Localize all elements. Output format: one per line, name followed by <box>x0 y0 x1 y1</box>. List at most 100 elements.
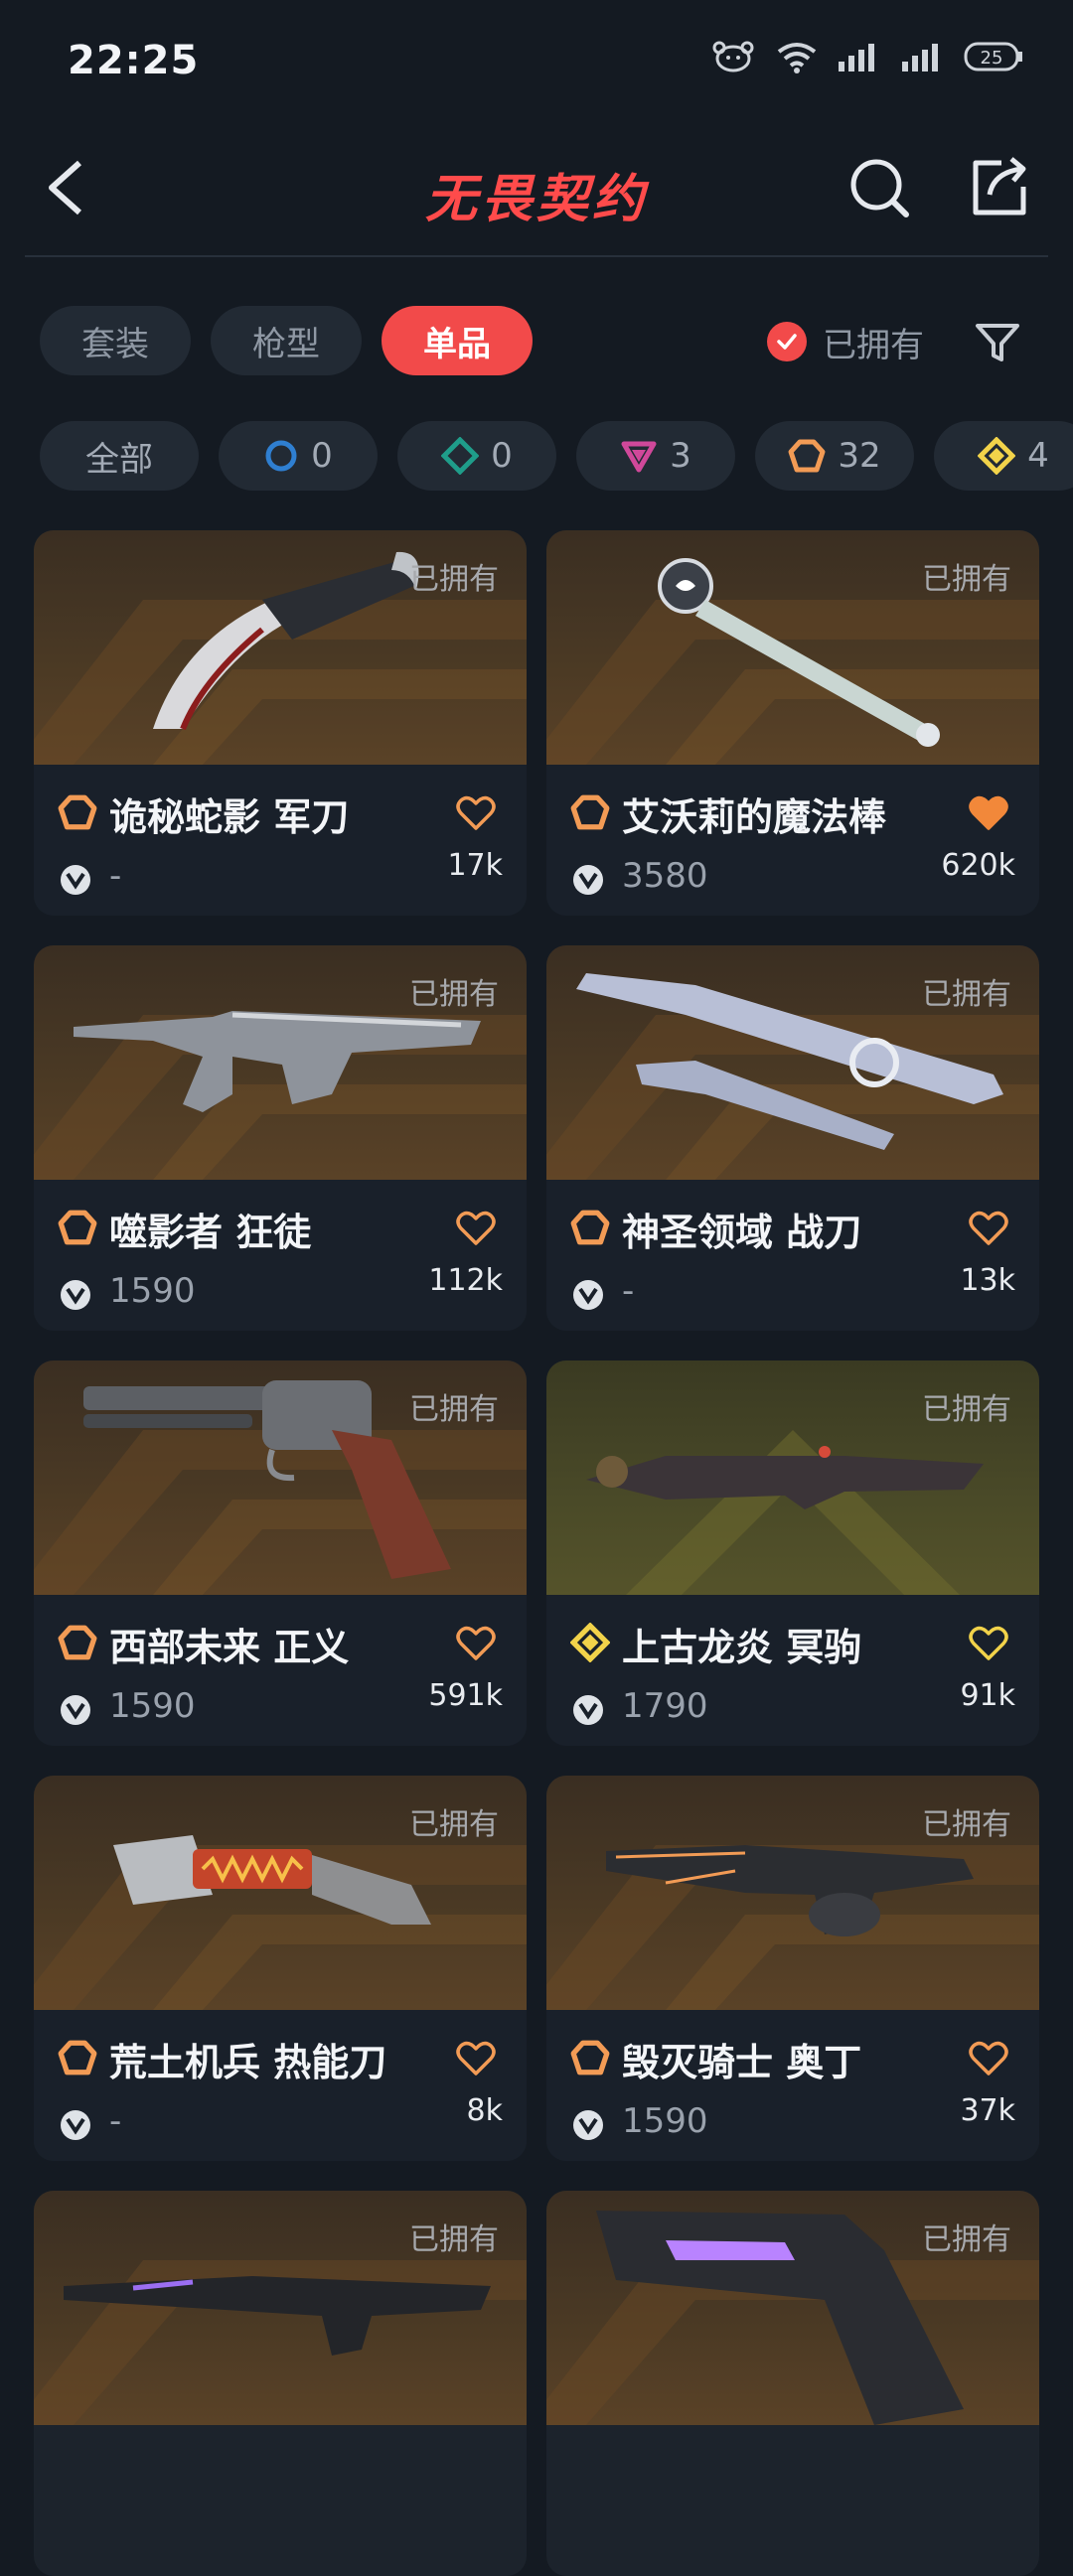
like-count: 37k <box>960 2093 1015 2128</box>
item-card[interactable]: 已拥有 上古龙炎 冥驹 1790 91k <box>546 1360 1039 1746</box>
vp-currency-icon <box>61 1695 90 1725</box>
rarity-chip-label: 全部 <box>85 439 153 480</box>
exclusive-tier-icon <box>58 2040 97 2075</box>
item-card[interactable]: 已拥有 <box>546 2191 1039 2576</box>
item-name: 艾沃莉的魔法棒 <box>622 795 887 839</box>
item-price: 3580 <box>622 856 708 896</box>
like-count: 17k <box>447 848 503 883</box>
item-card[interactable]: 已拥有 噬影者 狂徒 1590 112k <box>34 945 527 1331</box>
heart-outline-icon[interactable] <box>455 794 497 832</box>
item-name: 荒土机兵 热能刀 <box>109 2041 387 2084</box>
tab-bundles[interactable]: 套装 <box>40 306 191 375</box>
owned-filter-toggle[interactable]: 已拥有 <box>767 316 924 367</box>
heart-outline-icon[interactable] <box>968 1210 1009 1247</box>
filter-button[interactable] <box>972 316 1023 367</box>
vp-currency-icon <box>61 865 90 895</box>
app-bar: 无畏契约 <box>0 129 1073 256</box>
heart-outline-icon[interactable] <box>968 1625 1009 1662</box>
rarity-chip-ultra[interactable]: 4 <box>934 421 1073 491</box>
category-tabs: 套装 枪型 单品 <box>40 306 533 375</box>
item-info: 上古龙炎 冥驹 1790 91k <box>546 1595 1039 1746</box>
exclusive-tier-icon <box>570 2040 610 2075</box>
share-icon <box>973 157 1026 215</box>
item-name: 诡秘蛇影 军刀 <box>109 795 350 839</box>
item-image: 已拥有 <box>546 1776 1039 2010</box>
item-info: 神圣领域 战刀 - 13k <box>546 1180 1039 1331</box>
item-image: 已拥有 <box>34 530 527 765</box>
item-name: 神圣领域 战刀 <box>622 1211 862 1254</box>
item-name: 上古龙炎 冥驹 <box>622 1626 862 1669</box>
rarity-chip-exclusive[interactable]: 32 <box>755 421 914 491</box>
item-card[interactable]: 已拥有 诡秘蛇影 军刀 - 17k <box>34 530 527 916</box>
tab-weapon-types[interactable]: 枪型 <box>211 306 362 375</box>
item-image: 已拥有 <box>546 945 1039 1180</box>
owned-badge: 已拥有 <box>409 1392 499 1427</box>
tab-single-items[interactable]: 单品 <box>382 306 533 375</box>
wifi-icon <box>775 40 819 73</box>
exclusive-tier-icon <box>788 439 826 473</box>
item-info: 诡秘蛇影 军刀 - 17k <box>34 765 527 916</box>
item-price: 1590 <box>109 1686 196 1726</box>
item-info: 噬影者 狂徒 1590 112k <box>34 1180 527 1331</box>
select-tier-icon <box>265 440 297 472</box>
owned-badge: 已拥有 <box>409 2222 499 2257</box>
like-count: 591k <box>428 1678 503 1713</box>
rarity-chip-count: 3 <box>670 436 691 476</box>
exclusive-tier-icon <box>570 1210 610 1245</box>
heart-outline-icon[interactable] <box>455 1625 497 1662</box>
owned-badge: 已拥有 <box>922 977 1011 1012</box>
owned-badge: 已拥有 <box>922 1807 1011 1842</box>
exclusive-tier-icon <box>570 794 610 830</box>
ultra-tier-icon <box>978 437 1016 475</box>
rarity-chip-premium[interactable]: 3 <box>576 421 735 491</box>
item-info: 西部未来 正义 1590 591k <box>34 1595 527 1746</box>
rarity-chip-deluxe[interactable]: 0 <box>397 421 556 491</box>
like-count: 620k <box>941 848 1015 883</box>
item-card[interactable]: 已拥有 毁灭骑士 奥丁 1590 37k <box>546 1776 1039 2161</box>
ultra-tier-icon <box>570 1623 610 1662</box>
item-price: 1590 <box>622 2101 708 2141</box>
item-price: 1790 <box>622 1686 708 1726</box>
heart-outline-icon[interactable] <box>455 2040 497 2077</box>
heart-filled-icon[interactable] <box>968 794 1009 832</box>
owned-badge: 已拥有 <box>922 2222 1011 2257</box>
vp-currency-icon <box>573 2110 603 2140</box>
signal-icon <box>837 40 882 73</box>
item-card[interactable]: 已拥有 荒土机兵 热能刀 - 8k <box>34 1776 527 2161</box>
item-card[interactable]: 已拥有 西部未来 正义 1590 591k <box>34 1360 527 1746</box>
item-image: 已拥有 <box>34 945 527 1180</box>
rarity-chip-count: 4 <box>1027 436 1049 476</box>
search-button[interactable] <box>844 153 914 222</box>
share-button[interactable] <box>962 151 1035 224</box>
item-price: 1590 <box>109 1271 196 1311</box>
vp-currency-icon <box>573 1280 603 1310</box>
owned-filter-label: 已拥有 <box>823 325 924 365</box>
item-card[interactable]: 已拥有 神圣领域 战刀 - 13k <box>546 945 1039 1331</box>
vp-currency-icon <box>61 2110 90 2140</box>
item-price: - <box>109 856 122 896</box>
heart-outline-icon[interactable] <box>455 1210 497 1247</box>
owned-badge: 已拥有 <box>409 562 499 597</box>
item-image: 已拥有 <box>34 1360 527 1595</box>
item-grid: 已拥有 诡秘蛇影 军刀 - 17k 已拥有 艾沃莉的魔法棒 3580 620k <box>34 530 1039 2576</box>
item-info: 毁灭骑士 奥丁 1590 37k <box>546 2010 1039 2161</box>
status-bar: 22:25 25 <box>0 0 1073 119</box>
exclusive-tier-icon <box>58 794 97 830</box>
rarity-chip-count: 0 <box>491 436 513 476</box>
rarity-chip-select[interactable]: 0 <box>219 421 378 491</box>
heart-outline-icon[interactable] <box>968 2040 1009 2077</box>
search-icon <box>850 159 909 217</box>
rarity-chip-all[interactable]: 全部 <box>40 421 199 491</box>
item-card[interactable]: 已拥有 艾沃莉的魔法棒 3580 620k <box>546 530 1039 916</box>
item-info: 艾沃莉的魔法棒 3580 620k <box>546 765 1039 916</box>
item-price: - <box>109 2101 122 2141</box>
vp-currency-icon <box>61 1280 90 1310</box>
item-image: 已拥有 <box>546 530 1039 765</box>
item-name: 噬影者 狂徒 <box>109 1211 312 1254</box>
rarity-chip-count: 32 <box>838 436 881 476</box>
item-card[interactable]: 已拥有 <box>34 2191 527 2576</box>
item-info: 荒土机兵 热能刀 - 8k <box>34 2010 527 2161</box>
owned-badge: 已拥有 <box>922 1392 1011 1427</box>
item-name: 西部未来 正义 <box>109 1626 350 1669</box>
funnel-icon <box>976 324 1019 361</box>
